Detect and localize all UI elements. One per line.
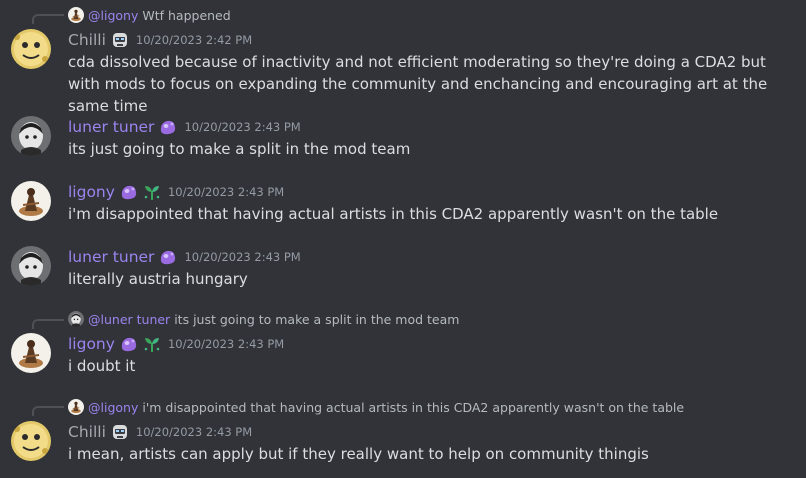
message-text: i doubt it [68, 357, 136, 375]
timestamp[interactable]: 10/20/2023 2:43 PM [168, 337, 284, 351]
username[interactable]: Chilli [68, 423, 106, 441]
message-text: i'm disappointed that having actual arti… [68, 205, 719, 223]
username[interactable]: Chilli [68, 31, 106, 49]
timestamp[interactable]: 10/20/2023 2:43 PM [184, 250, 300, 264]
reply-connector [32, 319, 64, 329]
message-text: i mean, artists can apply but if they re… [68, 445, 649, 463]
green-sprout-badge-icon[interactable] [142, 182, 162, 202]
message-header: Chilli 10/20/2023 2:43 PM [68, 421, 252, 443]
message-item: luner tuner 10/20/2023 2:43 PM literally… [0, 240, 806, 305]
username[interactable]: luner tuner [68, 118, 154, 136]
timestamp[interactable]: 10/20/2023 2:43 PM [184, 120, 300, 134]
message-header: luner tuner 10/20/2023 2:43 PM [68, 246, 301, 268]
robot-mask-badge-icon[interactable] [110, 422, 130, 442]
green-sprout-badge-icon[interactable] [142, 334, 162, 354]
reply-author[interactable]: @ligony [88, 400, 138, 415]
reply-text[interactable]: i'm disappointed that having actual arti… [142, 400, 684, 415]
timestamp[interactable]: 10/20/2023 2:43 PM [136, 425, 252, 439]
reply-preview[interactable]: @ligony Wtf happened [68, 7, 231, 23]
chat-messages: @ligony Wtf happened Chilli 10/20/2023 2… [0, 0, 806, 478]
avatar[interactable] [11, 421, 51, 461]
reply-connector [32, 406, 64, 416]
message-text: cda dissolved because of inactivity and … [68, 53, 768, 115]
message-item: @luner tuner its just going to make a sp… [0, 305, 806, 393]
purple-blob-badge-icon[interactable] [119, 182, 139, 202]
message-header: ligony 10/20/2023 2:43 PM [68, 181, 284, 203]
username[interactable]: ligony [68, 335, 115, 353]
message-item: @ligony i'm disappointed that having act… [0, 393, 806, 478]
avatar[interactable] [11, 181, 51, 221]
avatar[interactable] [11, 333, 51, 373]
message-header: luner tuner 10/20/2023 2:43 PM [68, 116, 301, 138]
message-text: its just going to make a split in the mo… [68, 140, 411, 158]
reply-author[interactable]: @ligony [88, 8, 138, 23]
avatar[interactable] [11, 246, 51, 286]
avatar[interactable] [11, 116, 51, 156]
message-item: @ligony Wtf happened Chilli 10/20/2023 2… [0, 0, 806, 115]
message-header: ligony 10/20/2023 2:43 PM [68, 333, 284, 355]
timestamp[interactable]: 10/20/2023 2:42 PM [136, 33, 252, 47]
purple-blob-badge-icon[interactable] [158, 117, 178, 137]
reply-author[interactable]: @luner tuner [88, 312, 170, 327]
robot-mask-badge-icon[interactable] [110, 30, 130, 50]
reply-preview[interactable]: @ligony i'm disappointed that having act… [68, 399, 684, 415]
reply-connector [32, 14, 64, 24]
message-text: literally austria hungary [68, 270, 248, 288]
purple-blob-badge-icon[interactable] [119, 334, 139, 354]
luner-tuner-avatar-icon [68, 311, 84, 327]
timestamp[interactable]: 10/20/2023 2:43 PM [168, 185, 284, 199]
reply-preview[interactable]: @luner tuner its just going to make a sp… [68, 311, 459, 327]
reply-text[interactable]: Wtf happened [142, 8, 230, 23]
username[interactable]: ligony [68, 183, 115, 201]
purple-blob-badge-icon[interactable] [158, 247, 178, 267]
reply-text[interactable]: its just going to make a split in the mo… [174, 312, 459, 327]
message-item: luner tuner 10/20/2023 2:43 PM its just … [0, 110, 806, 174]
avatar[interactable] [11, 29, 51, 69]
username[interactable]: luner tuner [68, 248, 154, 266]
message-item: ligony 10/20/2023 2:43 PM i'm disappoint… [0, 174, 806, 240]
ligony-avatar-icon [68, 399, 84, 415]
message-header: Chilli 10/20/2023 2:42 PM [68, 29, 252, 51]
ligony-avatar-icon [68, 7, 84, 23]
